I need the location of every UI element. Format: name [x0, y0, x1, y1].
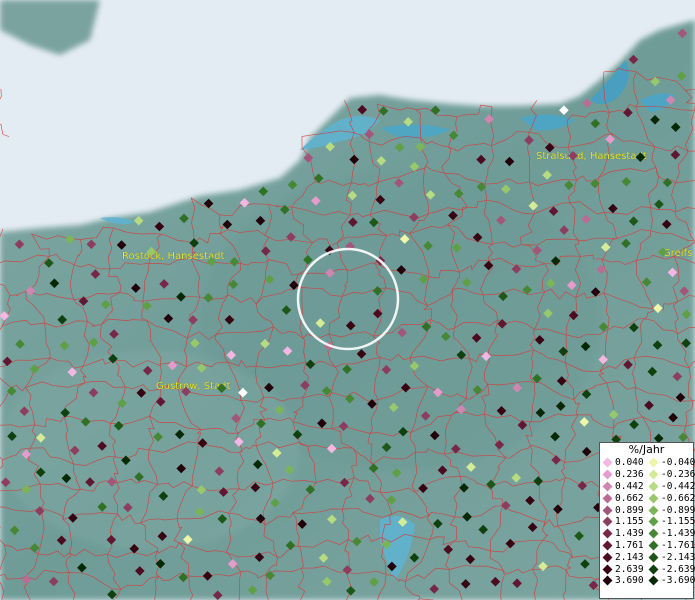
legend-row: 2.639	[600, 563, 646, 575]
legend-swatch-icon	[648, 469, 659, 480]
legend-swatch-icon	[648, 505, 659, 516]
city-label-greifs: Greifs	[663, 248, 692, 259]
legend-value: 2.639	[615, 563, 644, 575]
legend-row: -2.143	[646, 551, 695, 563]
legend-negative-column: -0.040 -0.236 -0.442 -0.662 -0.899 -1.155 -1.4…	[646, 457, 695, 587]
map-canvas[interactable]: Rostock, Hansestadt Stralsund, Hansestad…	[0, 0, 695, 600]
legend-row: 2.143	[600, 551, 646, 563]
legend-row: -1.439	[646, 528, 695, 540]
legend-value: 0.442	[615, 480, 644, 492]
legend-value: -1.155	[661, 516, 695, 528]
legend-value: -2.143	[661, 551, 695, 563]
legend-row: -0.236	[646, 469, 695, 481]
legend-value: -0.236	[661, 469, 695, 481]
legend-swatch-icon	[602, 540, 613, 551]
legend-title: %/Jahr	[628, 443, 665, 456]
legend-swatch-icon	[602, 516, 613, 527]
legend-value: 0.899	[615, 504, 644, 516]
legend-swatch-icon	[648, 540, 659, 551]
legend-row: -0.662	[646, 492, 695, 504]
legend-value: -0.040	[661, 457, 695, 469]
legend-swatch-icon	[648, 457, 659, 468]
legend-value: -3.690	[661, 575, 695, 587]
legend-row: 0.040	[600, 457, 646, 469]
legend-row: 0.662	[600, 492, 646, 504]
legend-swatch-icon	[648, 493, 659, 504]
legend-swatch-icon	[648, 481, 659, 492]
legend-row: -0.899	[646, 504, 695, 516]
legend-value: 1.155	[615, 516, 644, 528]
legend-swatch-icon	[648, 528, 659, 539]
legend-value: 0.662	[615, 492, 644, 504]
city-label-stralsund: Stralsund, Hansestadt	[536, 151, 647, 162]
legend-value: 0.040	[615, 457, 644, 469]
legend-row: 0.899	[600, 504, 646, 516]
legend-value: -0.442	[661, 480, 695, 492]
legend-value: 1.761	[615, 539, 644, 551]
legend-row: -2.639	[646, 563, 695, 575]
legend-row: -0.040	[646, 457, 695, 469]
legend-row: 1.155	[600, 516, 646, 528]
legend-swatch-icon	[648, 575, 659, 586]
legend-row: 0.442	[600, 481, 646, 493]
legend-value: 0.236	[615, 469, 644, 481]
legend-value: 2.143	[615, 551, 644, 563]
legend-swatch-icon	[602, 505, 613, 516]
legend-row: -3.690	[646, 575, 695, 587]
legend-row: 1.439	[600, 528, 646, 540]
legend-swatch-icon	[648, 552, 659, 563]
legend-row: -0.442	[646, 480, 695, 493]
legend-swatch-icon	[648, 564, 659, 575]
legend-swatch-icon	[602, 575, 613, 586]
legend-swatch-icon	[648, 516, 659, 527]
legend-row: -1.155	[646, 516, 695, 528]
legend-value: -1.439	[661, 528, 695, 540]
legend-positive-column: 0.040 0.236 0.442 0.662 0.899 1.155 1.439 1.761…	[600, 457, 646, 587]
legend-swatch-icon	[602, 493, 613, 504]
legend: %/Jahr 0.040 0.236 0.442 0.662 0.899 1.155 1.4…	[599, 442, 695, 599]
legend-swatch-icon	[602, 469, 613, 480]
legend-value: 1.439	[615, 528, 644, 540]
legend-row: 3.690	[600, 575, 646, 587]
legend-swatch-icon	[602, 457, 613, 468]
legend-value: -0.662	[661, 492, 695, 504]
legend-value: -2.639	[661, 563, 695, 575]
legend-swatch-icon	[602, 564, 613, 575]
legend-value: -0.899	[661, 504, 695, 516]
legend-swatch-icon	[602, 552, 613, 563]
legend-row: 1.761	[600, 540, 646, 552]
legend-swatch-icon	[602, 481, 613, 492]
legend-swatch-icon	[602, 528, 613, 539]
legend-row: -1.761	[646, 539, 695, 552]
legend-value: -1.761	[661, 539, 695, 551]
legend-value: 3.690	[615, 575, 644, 587]
legend-row: 0.236	[600, 469, 646, 481]
